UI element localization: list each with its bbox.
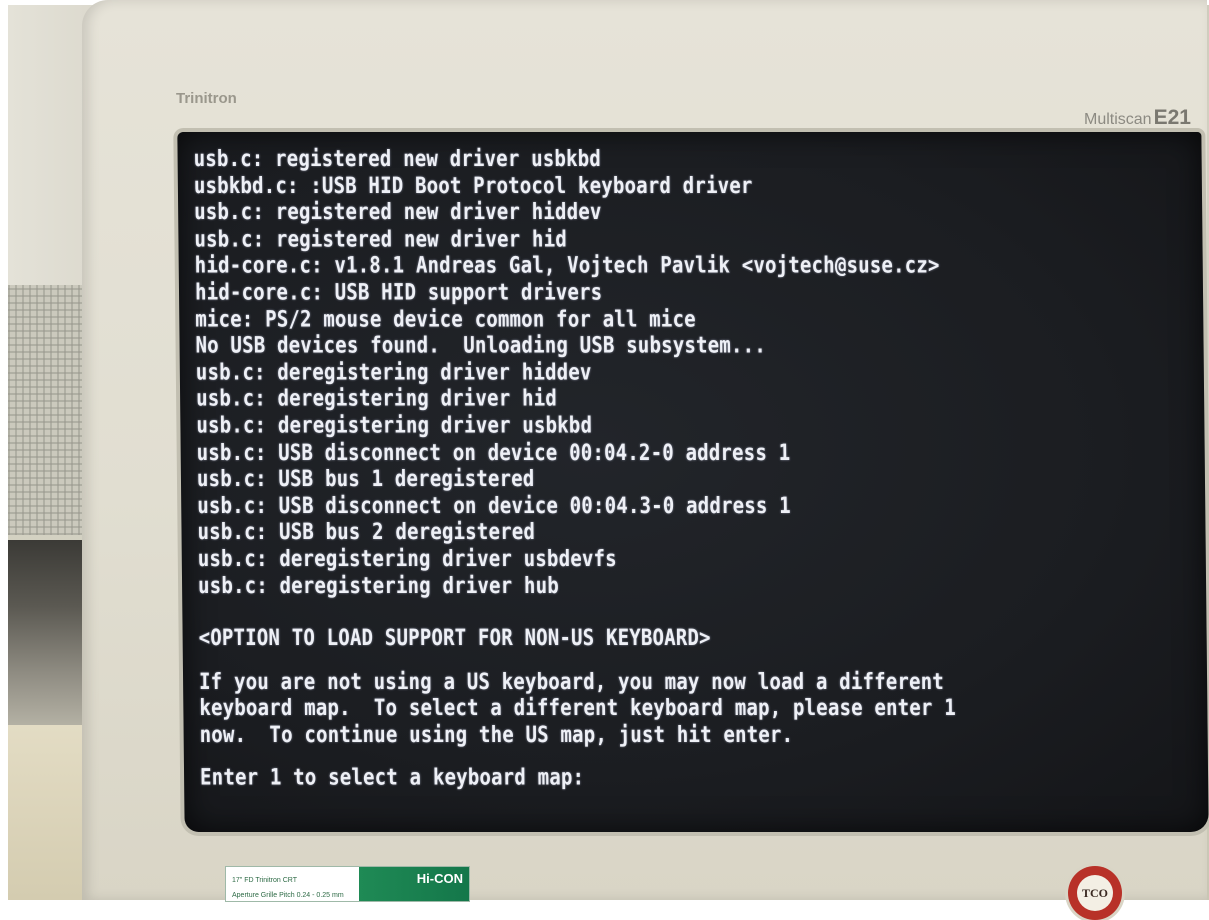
message-line: keyboard map. To select a different keyb… <box>199 695 957 721</box>
keyboard-map-prompt[interactable]: Enter 1 to select a keyboard map: <box>200 765 957 792</box>
log-line: mice: PS/2 mouse device common for all m… <box>195 305 696 332</box>
log-line: usb.c: USB bus 1 deregistered <box>196 465 535 492</box>
tco-logo: TCO <box>1068 866 1122 920</box>
log-line: usb.c: deregistering driver usbkbd <box>196 412 593 439</box>
monitor-brand-label: Trinitron <box>176 90 237 107</box>
message-line: now. To continue using the US map, just … <box>199 721 794 748</box>
crt-screen: usb.c: registered new driver usbkbd usbk… <box>177 132 1209 832</box>
log-line: usb.c: USB disconnect on device 00:04.2-… <box>196 439 791 466</box>
sticker-text: 17" FD Trinitron CRT <box>232 877 297 884</box>
terminal-console[interactable]: usb.c: registered new driver usbkbd usbk… <box>193 146 956 792</box>
option-heading: <OPTION TO LOAD SUPPORT FOR NON-US KEYBO… <box>198 625 711 652</box>
log-line: usb.c: deregistering driver hub <box>197 572 560 599</box>
log-line: usb.c: registered new driver usbkbd <box>193 146 602 172</box>
log-line: usb.c: registered new driver hiddev <box>194 199 602 226</box>
model-series: Multiscan <box>1084 111 1152 128</box>
log-line: usbkbd.c: :USB HID Boot Protocol keyboar… <box>193 172 753 199</box>
log-line: usb.c: deregistering driver hiddev <box>195 359 592 386</box>
log-line: hid-core.c: USB HID support drivers <box>194 279 603 306</box>
log-line: hid-core.c: v1.8.1 Andreas Gal, Vojtech … <box>194 252 940 279</box>
sticker-text: Aperture Grille Pitch 0.24 - 0.25 mm <box>232 892 344 899</box>
log-line: No USB devices found. Unloading USB subs… <box>195 332 767 359</box>
monitor-model-label: MultiscanE21 <box>1084 106 1191 130</box>
log-line: usb.c: USB disconnect on device 00:04.3-… <box>197 492 791 519</box>
log-line: usb.c: deregistering driver usbdevfs <box>197 545 617 572</box>
energy-sticker: 17" FD Trinitron CRT Aperture Grille Pit… <box>225 866 470 902</box>
sticker-brand-label: Hi-CON <box>416 871 463 886</box>
model-number: E21 <box>1153 106 1191 129</box>
log-line: usb.c: USB bus 2 deregistered <box>197 519 536 546</box>
log-line: usb.c: registered new driver hid <box>194 225 568 252</box>
tco-logo-text: TCO <box>1077 875 1113 911</box>
sticker-green-panel: Hi-CON <box>359 867 469 901</box>
log-line: usb.c: deregistering driver hid <box>195 385 558 412</box>
message-line: If you are not using a US keyboard, you … <box>198 668 945 695</box>
